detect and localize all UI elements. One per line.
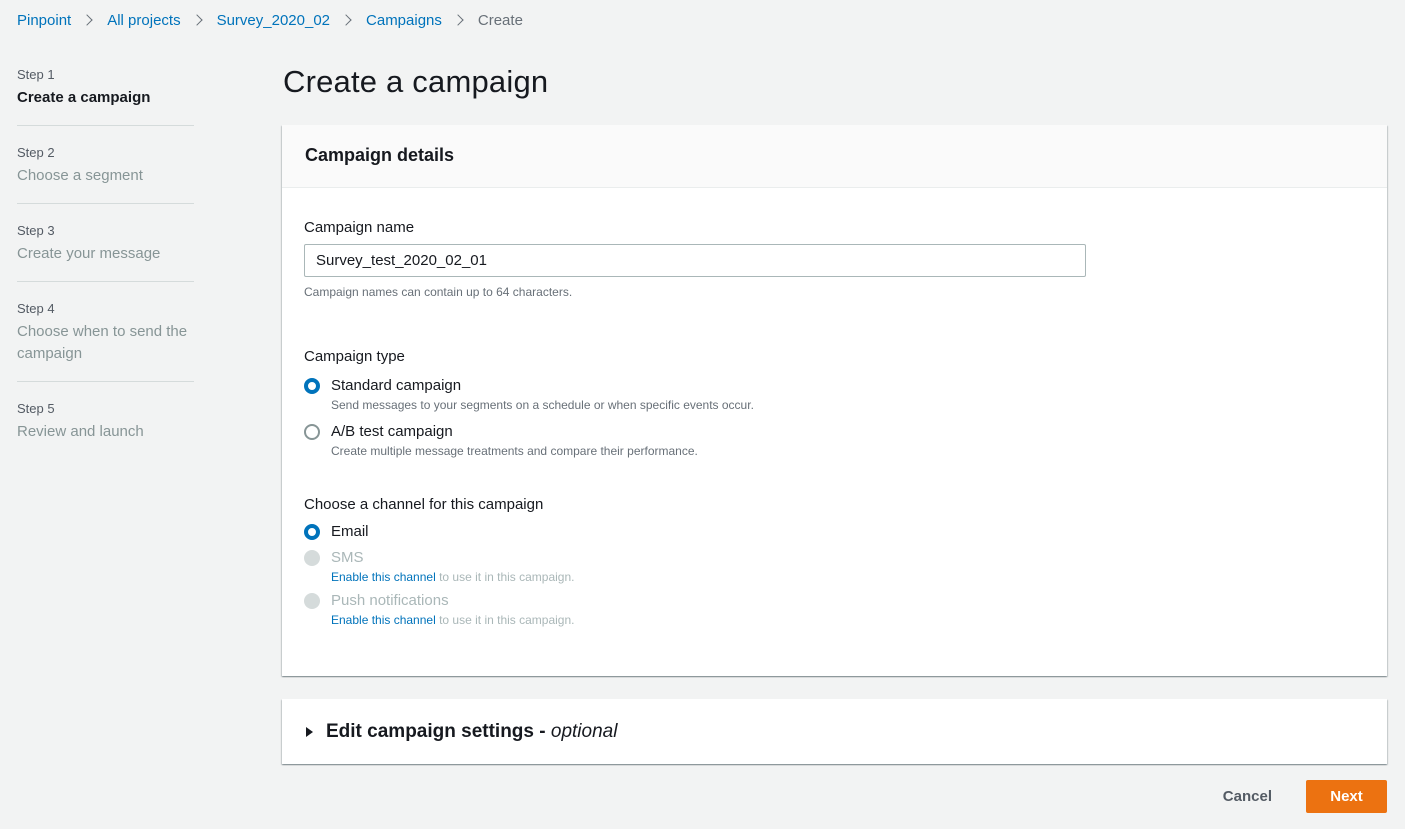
campaign-type-group: Campaign type Standard campaign Send mes… bbox=[304, 347, 1365, 459]
enable-push-channel-link[interactable]: Enable this channel bbox=[331, 613, 436, 627]
radio-label: Standard campaign bbox=[331, 377, 462, 394]
radio-disabled-icon bbox=[304, 593, 320, 609]
wizard-steps: Step 1 Create a campaign Step 2 Choose a… bbox=[17, 66, 194, 459]
radio-label: Email bbox=[331, 523, 369, 540]
step-number: Step 3 bbox=[17, 223, 55, 238]
campaign-settings-panel: Edit campaign settings - optional bbox=[282, 699, 1387, 764]
step-number: Step 5 bbox=[17, 401, 55, 416]
channel-group: Choose a channel for this campaign Email… bbox=[304, 495, 1365, 628]
page-title: Create a campaign bbox=[283, 64, 549, 99]
radio-ab-test-campaign[interactable]: A/B test campaign Create multiple messag… bbox=[304, 422, 1365, 459]
next-button[interactable]: Next bbox=[1306, 780, 1387, 813]
campaign-name-field: Campaign name Campaign names can contain… bbox=[304, 218, 1365, 300]
step-2: Step 2 Choose a segment bbox=[17, 125, 194, 203]
panel-header: Campaign details bbox=[282, 125, 1387, 188]
step-1: Step 1 Create a campaign bbox=[17, 66, 194, 125]
campaign-details-panel: Campaign details Campaign name Campaign … bbox=[282, 125, 1387, 676]
radio-label: SMS bbox=[331, 549, 364, 566]
step-5: Step 5 Review and launch bbox=[17, 381, 194, 459]
step-title: Review and launch bbox=[17, 423, 144, 440]
breadcrumb-project[interactable]: Survey_2020_02 bbox=[217, 12, 330, 29]
radio-channel-sms: SMS Enable this channel to use it in thi… bbox=[304, 548, 1365, 585]
step-title: Choose when to send the campaign bbox=[17, 323, 188, 362]
campaign-name-hint: Campaign names can contain up to 64 char… bbox=[304, 285, 573, 299]
radio-channel-push: Push notifications Enable this channel t… bbox=[304, 591, 1365, 628]
chevron-right-icon bbox=[454, 15, 464, 25]
channel-note: to use it in this campaign. bbox=[435, 613, 575, 627]
radio-label: A/B test campaign bbox=[331, 423, 453, 440]
chevron-right-icon bbox=[83, 15, 93, 25]
step-3: Step 3 Create your message bbox=[17, 203, 194, 281]
expander-title: Edit campaign settings - bbox=[326, 720, 551, 742]
radio-label: Push notifications bbox=[331, 592, 449, 609]
cancel-button[interactable]: Cancel bbox=[1207, 780, 1288, 813]
step-number: Step 4 bbox=[17, 301, 55, 316]
form-actions: Cancel Next bbox=[1207, 780, 1387, 813]
radio-standard-campaign[interactable]: Standard campaign Send messages to your … bbox=[304, 376, 1365, 413]
chevron-right-icon bbox=[342, 15, 352, 25]
radio-selected-icon[interactable] bbox=[304, 378, 320, 394]
campaign-name-input[interactable] bbox=[304, 244, 1086, 277]
breadcrumb-current: Create bbox=[477, 11, 523, 29]
edit-settings-expander[interactable]: Edit campaign settings - optional bbox=[282, 699, 1387, 764]
step-number: Step 2 bbox=[17, 145, 55, 160]
campaign-type-label: Campaign type bbox=[304, 348, 405, 365]
panel-body: Campaign name Campaign names can contain… bbox=[282, 188, 1387, 628]
radio-unselected-icon[interactable] bbox=[304, 424, 320, 440]
radio-disabled-icon bbox=[304, 550, 320, 566]
caret-right-icon bbox=[306, 726, 313, 737]
breadcrumb-campaigns[interactable]: Campaigns bbox=[366, 12, 442, 29]
radio-selected-icon[interactable] bbox=[304, 524, 320, 540]
radio-channel-email[interactable]: Email bbox=[304, 522, 1365, 542]
step-title: Create your message bbox=[17, 245, 161, 262]
step-title: Create a campaign bbox=[17, 89, 151, 106]
radio-description: Send messages to your segments on a sche… bbox=[331, 398, 754, 412]
radio-description: Create multiple message treatments and c… bbox=[331, 444, 698, 458]
breadcrumb: Pinpoint All projects Survey_2020_02 Cam… bbox=[17, 10, 523, 30]
step-4: Step 4 Choose when to send the campaign bbox=[17, 281, 194, 381]
campaign-name-label: Campaign name bbox=[304, 219, 415, 236]
step-number: Step 1 bbox=[17, 67, 55, 82]
channel-label: Choose a channel for this campaign bbox=[304, 496, 544, 513]
channel-note: to use it in this campaign. bbox=[435, 570, 575, 584]
breadcrumb-pinpoint[interactable]: Pinpoint bbox=[17, 12, 71, 29]
breadcrumb-all-projects[interactable]: All projects bbox=[107, 12, 180, 29]
chevron-right-icon bbox=[193, 15, 203, 25]
enable-sms-channel-link[interactable]: Enable this channel bbox=[331, 570, 436, 584]
step-title: Choose a segment bbox=[17, 167, 143, 184]
expander-optional: optional bbox=[550, 720, 618, 742]
